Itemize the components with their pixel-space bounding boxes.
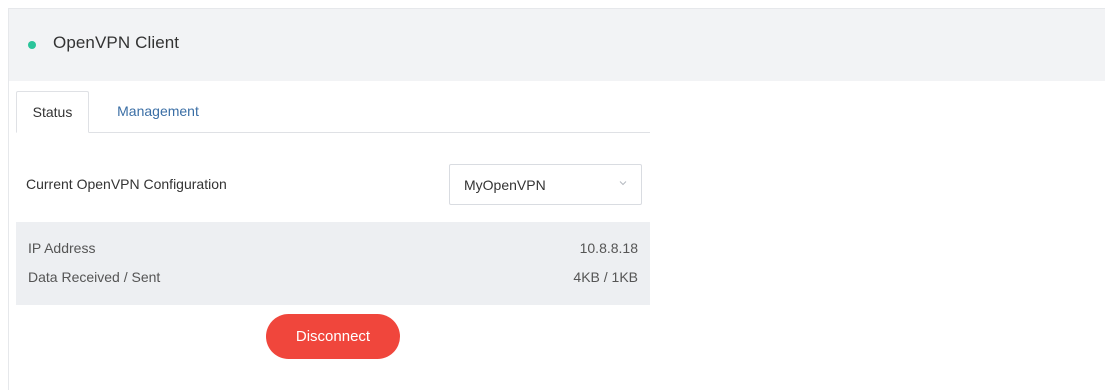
config-select-value: MyOpenVPN	[464, 177, 546, 193]
tab-management[interactable]: Management	[108, 91, 208, 133]
tab-status[interactable]: Status	[16, 91, 89, 133]
page-title: OpenVPN Client	[53, 33, 180, 52]
connection-status-dot	[28, 41, 36, 49]
tab-bar: Status Management	[16, 91, 650, 133]
disconnect-button[interactable]: Disconnect	[266, 314, 400, 359]
ip-address-row: IP Address 10.8.8.18	[28, 240, 638, 258]
ip-address-value: 10.8.8.18	[579, 240, 638, 256]
data-transfer-value: 4KB / 1KB	[573, 269, 638, 285]
chevron-down-icon	[619, 181, 627, 186]
ip-address-label: IP Address	[28, 240, 96, 256]
config-select[interactable]: MyOpenVPN	[449, 164, 642, 205]
config-label: Current OpenVPN Configuration	[26, 176, 227, 192]
data-transfer-label: Data Received / Sent	[28, 269, 161, 285]
panel-header: OpenVPN Client	[9, 9, 1105, 81]
connection-info: IP Address 10.8.8.18 Data Received / Sen…	[16, 222, 650, 305]
data-transfer-row: Data Received / Sent 4KB / 1KB	[28, 269, 638, 287]
